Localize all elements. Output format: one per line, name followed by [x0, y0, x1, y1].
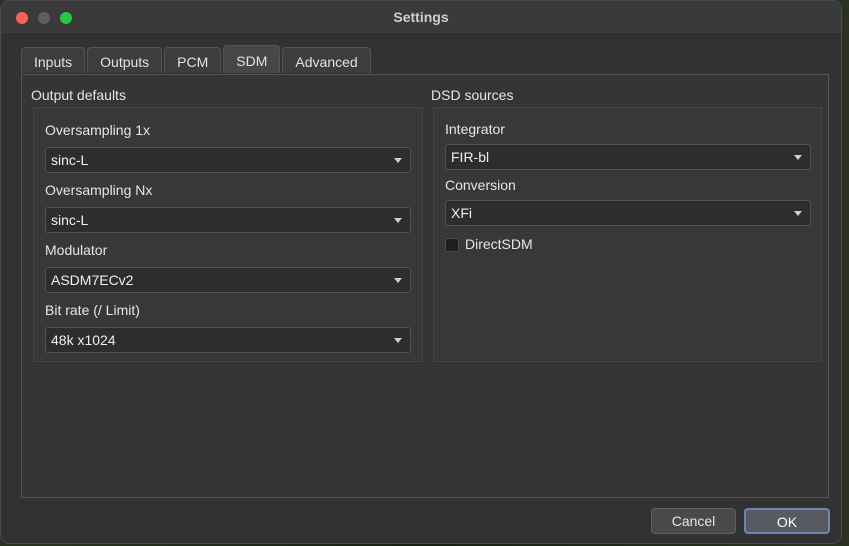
modulator-value: ASDM7ECv2 — [51, 272, 134, 288]
tab-inputs[interactable]: Inputs — [21, 47, 86, 73]
integrator-label: Integrator — [445, 121, 505, 137]
tab-outputs[interactable]: Outputs — [87, 47, 163, 73]
settings-window: Settings Inputs Outputs PCM SDM Advanced… — [0, 0, 842, 544]
chevron-down-icon — [794, 211, 802, 216]
dsd-sources-group: Integrator FIR-bl Conversion XFi DirectS… — [433, 107, 822, 362]
integrator-value: FIR-bl — [451, 149, 490, 165]
chevron-down-icon — [394, 218, 402, 223]
conversion-select[interactable]: XFi — [445, 200, 811, 226]
dsd-sources-title: DSD sources — [431, 87, 514, 103]
chevron-down-icon — [794, 155, 802, 160]
modulator-select[interactable]: ASDM7ECv2 — [45, 267, 411, 293]
oversampling-1x-select[interactable]: sinc-L — [45, 147, 411, 173]
window-title: Settings — [393, 9, 449, 25]
directsdm-label: DirectSDM — [465, 236, 533, 252]
title-bar: Settings — [1, 1, 841, 35]
chevron-down-icon — [394, 278, 402, 283]
bit-rate-label: Bit rate (/ Limit) — [45, 302, 140, 318]
tab-bar: Inputs Outputs PCM SDM Advanced — [21, 45, 371, 74]
ok-button[interactable]: OK — [744, 508, 830, 534]
cancel-button[interactable]: Cancel — [651, 508, 736, 534]
modulator-label: Modulator — [45, 242, 108, 258]
conversion-label: Conversion — [445, 177, 516, 193]
chevron-down-icon — [394, 338, 402, 343]
oversampling-nx-select[interactable]: sinc-L — [45, 207, 411, 233]
oversampling-nx-value: sinc-L — [51, 212, 89, 228]
oversampling-1x-value: sinc-L — [51, 152, 89, 168]
tab-advanced[interactable]: Advanced — [282, 47, 371, 73]
conversion-value: XFi — [451, 205, 472, 221]
directsdm-checkbox[interactable] — [445, 238, 459, 252]
integrator-select[interactable]: FIR-bl — [445, 144, 811, 170]
oversampling-nx-label: Oversampling Nx — [45, 182, 153, 198]
bit-rate-value: 48k x1024 — [51, 332, 116, 348]
tab-pcm[interactable]: PCM — [164, 47, 222, 73]
sdm-tab-panel: Output defaults Oversampling 1x sinc-L O… — [21, 74, 829, 498]
chevron-down-icon — [394, 158, 402, 163]
output-defaults-group: Oversampling 1x sinc-L Oversampling Nx s… — [33, 107, 423, 362]
tab-sdm[interactable]: SDM — [223, 45, 281, 73]
bit-rate-select[interactable]: 48k x1024 — [45, 327, 411, 353]
output-defaults-title: Output defaults — [31, 87, 126, 103]
oversampling-1x-label: Oversampling 1x — [45, 122, 151, 138]
